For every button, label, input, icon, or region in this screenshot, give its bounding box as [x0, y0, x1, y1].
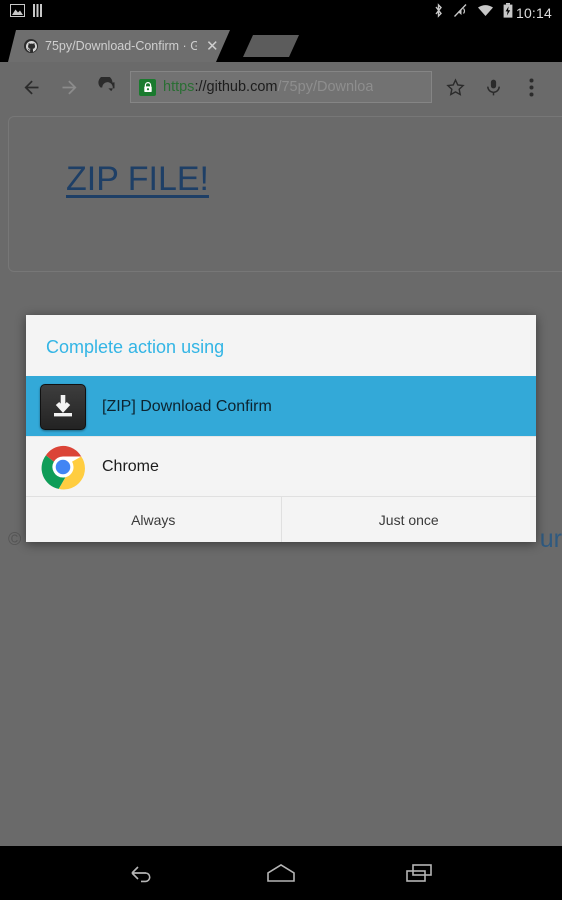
battery-charging-icon — [503, 3, 513, 23]
just-once-button[interactable]: Just once — [280, 497, 536, 542]
system-navigation-bar — [0, 846, 562, 900]
browser-toolbar: https://github.com/75py/Downloa — [0, 62, 562, 112]
star-icon[interactable] — [436, 68, 474, 106]
url-scheme: https — [163, 79, 195, 95]
secure-lock-icon — [139, 78, 156, 96]
overflow-menu-icon[interactable] — [512, 68, 550, 106]
dialog-title: Complete action using — [46, 337, 225, 357]
forward-arrow-icon — [50, 68, 88, 106]
browser-tab-title: 75py/Download-Confirm · G — [45, 39, 197, 53]
close-icon[interactable]: ✕ — [206, 39, 219, 54]
dialog-option-download-confirm[interactable]: [ZIP] Download Confirm — [26, 376, 536, 436]
microphone-icon[interactable] — [474, 68, 512, 106]
wifi-icon — [477, 4, 494, 22]
complete-action-dialog: Complete action using [ZIP] Download Con… — [26, 315, 536, 542]
browser-tab[interactable]: 75py/Download-Confirm · G ✕ — [8, 30, 230, 62]
zip-file-link[interactable]: ZIP FILE! — [66, 160, 209, 199]
mute-icon — [453, 3, 468, 23]
url-path: /75py/Downloa — [277, 79, 374, 95]
recents-nav-icon[interactable] — [391, 853, 447, 893]
browser-tab-strip: 75py/Download-Confirm · G ✕ — [0, 26, 562, 62]
dialog-option-chrome[interactable]: Chrome — [26, 436, 536, 496]
home-nav-icon[interactable] — [253, 853, 309, 893]
dialog-option-label: Chrome — [102, 457, 159, 475]
status-bar-system-icons — [433, 3, 513, 23]
omnibox-url: https://github.com/75py/Downloa — [163, 79, 373, 95]
new-tab-button[interactable] — [243, 35, 299, 57]
toolbar-actions — [436, 68, 550, 106]
copyright-symbol: © — [8, 529, 22, 549]
dialog-button-bar: Always Just once — [26, 496, 536, 542]
url-host: github.com — [206, 79, 278, 95]
reload-icon[interactable] — [88, 68, 126, 106]
back-nav-icon[interactable] — [115, 853, 171, 893]
status-bar-notifications — [10, 4, 44, 22]
back-arrow-icon[interactable] — [12, 68, 50, 106]
status-bar: 10:14 — [0, 0, 562, 26]
download-app-icon — [40, 383, 86, 430]
sim-card-icon — [33, 4, 44, 22]
omnibox[interactable]: https://github.com/75py/Downloa — [130, 71, 432, 103]
image-icon — [10, 4, 25, 22]
github-icon — [24, 39, 38, 53]
device-screen: 10:14 75py/Download-Confirm · G ✕ https:… — [0, 0, 562, 900]
url-separator: :// — [194, 79, 207, 95]
footer-link-fragment: ur — [539, 525, 562, 553]
always-button[interactable]: Always — [26, 497, 281, 542]
bluetooth-icon — [433, 3, 444, 23]
status-bar-clock: 10:14 — [515, 5, 552, 21]
dialog-option-label: [ZIP] Download Confirm — [102, 397, 272, 415]
chrome-icon — [40, 444, 86, 490]
